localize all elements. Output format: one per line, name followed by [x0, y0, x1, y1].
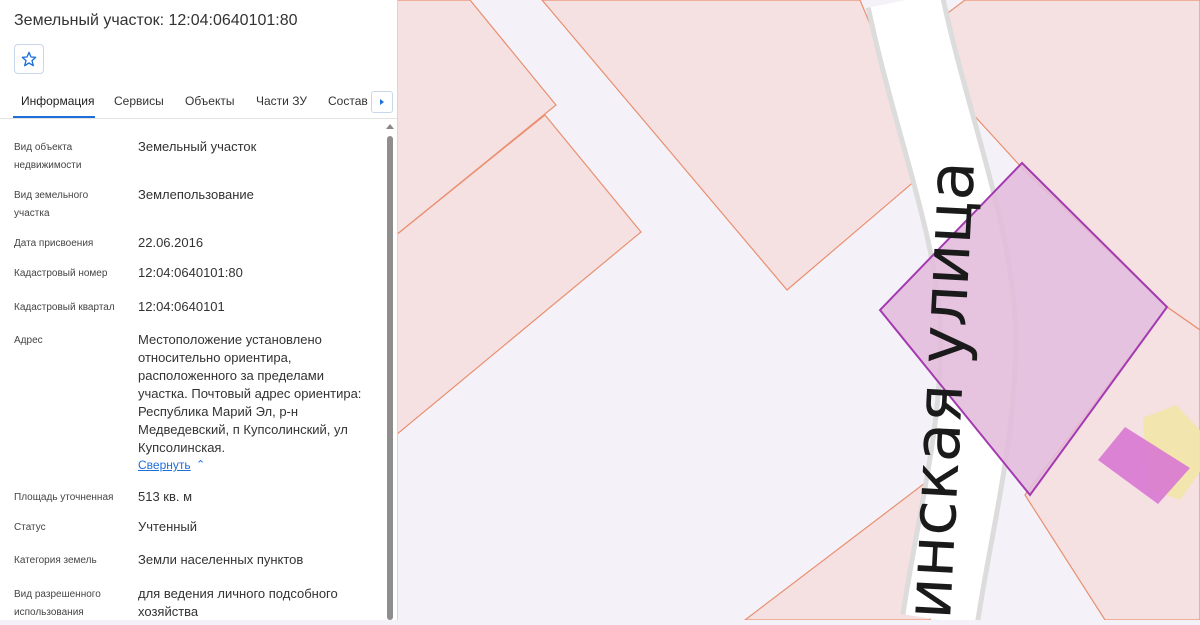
tab-information[interactable]: Информация [21, 94, 94, 108]
field-label: Кадастровый номер [14, 268, 108, 279]
field-value: Земельный участок [138, 139, 257, 154]
chevron-up-icon[interactable]: ⌃ [196, 458, 205, 471]
field-label: Вид земельного участка [14, 190, 89, 219]
field-value: 12:04:0640101:80 [138, 265, 243, 280]
field-label: Вид разрешенного использования [14, 589, 101, 618]
field-value: 513 кв. м [138, 489, 193, 504]
field-label: Кадастровый квартал [14, 302, 115, 313]
field-label: Адрес [14, 335, 43, 346]
scroll-up-arrow[interactable] [386, 124, 394, 129]
field-label: Дата присвоения [14, 238, 94, 249]
info-panel: Земельный участок: 12:04:0640101:80 Инфо… [0, 0, 398, 620]
favorite-button[interactable] [14, 44, 44, 74]
tab-objects[interactable]: Объекты [185, 94, 235, 108]
tab-composition[interactable]: Состав [328, 94, 368, 108]
field-value: Земли населенных пунктов [138, 552, 304, 567]
active-tab-indicator [13, 116, 95, 118]
field-value: 12:04:0640101 [138, 299, 225, 314]
tab-parts[interactable]: Части ЗУ [256, 94, 307, 108]
field-value: для ведения личного подсобного хозяйства [138, 586, 338, 619]
scroll-thumb[interactable] [387, 136, 393, 620]
page-title: Земельный участок: 12:04:0640101:80 [14, 12, 298, 29]
star-icon [21, 51, 37, 67]
field-label: Площадь уточненная [14, 492, 114, 503]
tabs-scroll-right-button[interactable] [371, 91, 393, 113]
field-label: Категория земель [14, 555, 97, 566]
field-value: Землепользование [138, 187, 254, 202]
tab-bar: Информация Сервисы Объекты Части ЗУ Сост… [0, 86, 397, 119]
chevron-right-icon [380, 99, 384, 105]
collapse-link[interactable]: Свернуть [138, 458, 191, 472]
field-label: Вид объекта недвижимости [14, 142, 82, 171]
field-label: Статус [14, 522, 46, 533]
scrollbar[interactable] [385, 122, 395, 620]
field-value: 22.06.2016 [138, 235, 204, 250]
tab-services[interactable]: Сервисы [114, 94, 164, 108]
address-value: Местоположение установлено относительно … [138, 332, 362, 455]
field-value: Учтенный [138, 519, 198, 534]
